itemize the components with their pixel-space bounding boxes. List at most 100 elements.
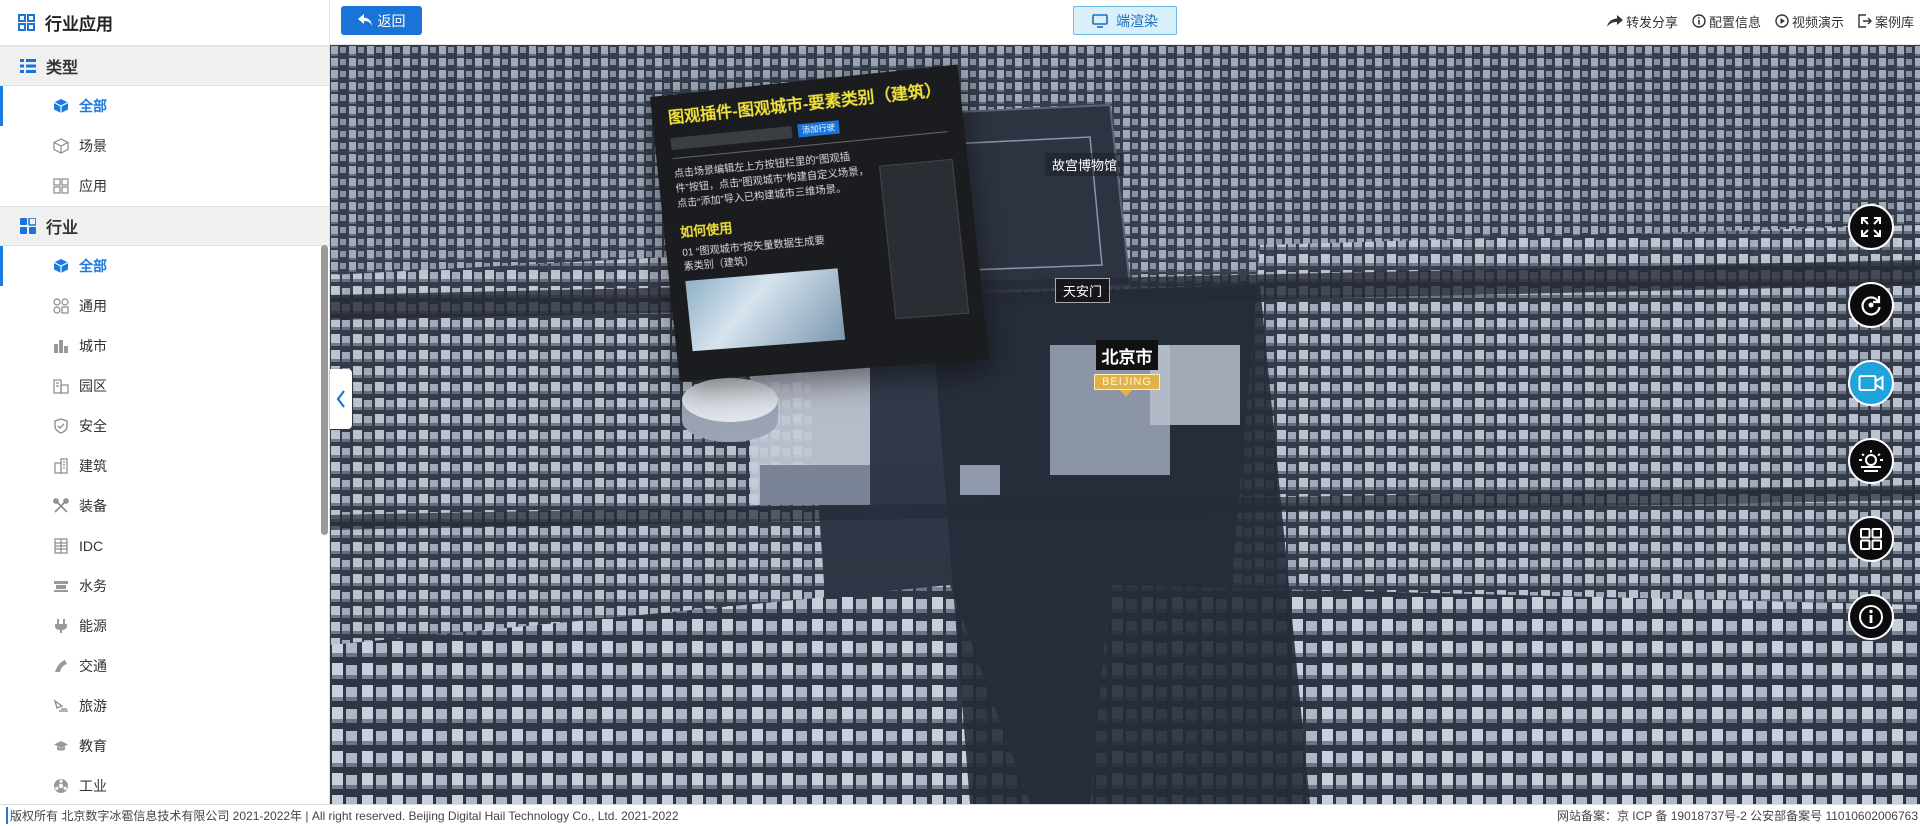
item-label: 建筑 bbox=[79, 458, 107, 474]
share-link[interactable]: 转发分享 bbox=[1606, 12, 1678, 31]
plug-icon bbox=[52, 617, 70, 635]
weather-tool[interactable] bbox=[1848, 438, 1894, 484]
share-icon bbox=[1606, 14, 1623, 28]
section-label: 行业 bbox=[46, 220, 79, 237]
item-label: IDC bbox=[79, 538, 104, 554]
footer-icp: 网站备案：京 ICP 备 19018737号-2 公安部备案号 11010602… bbox=[1556, 809, 1918, 823]
industry-item-general[interactable]: 通用 bbox=[0, 286, 329, 326]
rotate-tool[interactable] bbox=[1848, 282, 1894, 328]
cube-icon bbox=[52, 257, 70, 275]
item-label: 水务 bbox=[79, 578, 107, 594]
industry-item-idc[interactable]: IDC bbox=[0, 526, 329, 566]
sidebar-collapse-button[interactable] bbox=[330, 369, 352, 429]
item-label: 城市 bbox=[79, 338, 107, 354]
item-label: 园区 bbox=[79, 378, 107, 394]
item-label: 全部 bbox=[79, 98, 107, 114]
case-library-label: 案例库 bbox=[1874, 14, 1914, 30]
panel-side-menu bbox=[878, 158, 970, 320]
panel-toolbar-strip bbox=[670, 125, 793, 150]
chevron-left-icon bbox=[336, 390, 346, 408]
server-icon bbox=[52, 537, 70, 555]
building-icon bbox=[52, 457, 70, 475]
camera-tool[interactable] bbox=[1848, 360, 1894, 406]
item-label: 应用 bbox=[79, 178, 107, 194]
config-info-link[interactable]: 配置信息 bbox=[1692, 12, 1761, 31]
map-label-palace-museum[interactable]: 故宫博物馆 bbox=[1045, 153, 1125, 176]
traffic-icon bbox=[52, 657, 70, 675]
city-scene-render bbox=[330, 45, 1920, 804]
industry-item-equipment[interactable]: 装备 bbox=[0, 486, 329, 526]
exit-icon bbox=[1858, 14, 1872, 28]
industry-item-water[interactable]: 水务 bbox=[0, 566, 329, 606]
sidebar-header: 行业应用 bbox=[0, 0, 329, 46]
item-label: 安全 bbox=[79, 418, 107, 434]
cube-icon bbox=[52, 97, 70, 115]
weather-icon bbox=[1858, 449, 1884, 473]
item-label: 通用 bbox=[79, 298, 107, 314]
city-label-beijing-en: BEIJING bbox=[1094, 374, 1160, 390]
panel-badge: 添加行驶 bbox=[797, 120, 840, 138]
top-toolbar: 返回 端渲染 转发分享 配置信息 视频演示 案例库 bbox=[330, 0, 1920, 45]
back-label: 返回 bbox=[377, 12, 406, 29]
item-label: 旅游 bbox=[79, 698, 107, 714]
item-label: 能源 bbox=[79, 618, 107, 634]
section-industry[interactable]: 行业 bbox=[0, 206, 329, 246]
info-icon bbox=[1858, 604, 1884, 630]
footer-copyright: 版权所有 北京数字冰雹信息技术有限公司 2021-2022年 | All rig… bbox=[6, 807, 679, 824]
industry-item-industrial[interactable]: 工业 bbox=[0, 766, 329, 804]
fullscreen-tool[interactable] bbox=[1848, 204, 1894, 250]
industry-item-city[interactable]: 城市 bbox=[0, 326, 329, 366]
cube-outline-icon bbox=[52, 137, 70, 155]
rotate-icon bbox=[1859, 293, 1883, 317]
item-label: 场景 bbox=[79, 138, 107, 154]
industry-item-all[interactable]: 全部 bbox=[0, 246, 329, 286]
video-demo-link[interactable]: 视频演示 bbox=[1775, 12, 1844, 31]
park-icon bbox=[52, 377, 70, 395]
city-3d-viewport[interactable]: 图观插件-图观城市-要素类别（建筑） 添加行驶 点击场景编辑左上方按钮栏里的“图… bbox=[330, 45, 1920, 804]
footer: 版权所有 北京数字冰雹信息技术有限公司 2021-2022年 | All rig… bbox=[0, 804, 1920, 826]
water-icon bbox=[52, 577, 70, 595]
play-icon bbox=[1775, 14, 1789, 28]
industry-icon bbox=[52, 777, 70, 795]
section-type[interactable]: 类型 bbox=[0, 46, 329, 86]
city-label-beijing[interactable]: 北京市 bbox=[1096, 340, 1158, 370]
section-label: 类型 bbox=[46, 60, 79, 77]
item-label: 装备 bbox=[79, 498, 107, 514]
info-tool[interactable] bbox=[1848, 594, 1894, 640]
apps-grid-icon bbox=[18, 14, 35, 31]
grid-apps-icon bbox=[52, 177, 70, 195]
industry-item-energy[interactable]: 能源 bbox=[0, 606, 329, 646]
item-label: 工业 bbox=[79, 778, 107, 794]
type-item-all[interactable]: 全部 bbox=[0, 86, 329, 126]
item-label: 全部 bbox=[79, 258, 107, 274]
back-button[interactable]: 返回 bbox=[341, 6, 422, 35]
render-mode-label: 端渲染 bbox=[1116, 12, 1158, 29]
list-icon bbox=[20, 59, 36, 73]
item-label: 教育 bbox=[79, 738, 107, 754]
fullscreen-icon bbox=[1860, 216, 1882, 238]
city-icon bbox=[52, 337, 70, 355]
industry-item-park[interactable]: 园区 bbox=[0, 366, 329, 406]
type-item-app[interactable]: 应用 bbox=[0, 166, 329, 206]
panel-text: 点击场景编辑左上方按钮栏里的“图观插件”按钮，点击“图观城市”构建自定义场景，点… bbox=[673, 152, 870, 211]
apps-icon bbox=[20, 218, 36, 234]
config-info-label: 配置信息 bbox=[1708, 14, 1761, 30]
sidebar-scrollbar[interactable] bbox=[321, 245, 328, 535]
industry-item-travel[interactable]: 旅游 bbox=[0, 686, 329, 726]
industry-item-traffic[interactable]: 交通 bbox=[0, 646, 329, 686]
travel-icon bbox=[52, 697, 70, 715]
layers-tool[interactable] bbox=[1848, 516, 1894, 562]
map-label-tiananmen[interactable]: 天安门 bbox=[1055, 278, 1111, 303]
sidebar: 行业应用 类型 全部 场景 应用 行业 全部 通用 城市 园区 安全 建筑 装备… bbox=[0, 0, 330, 804]
industry-item-architecture[interactable]: 建筑 bbox=[0, 446, 329, 486]
type-item-scene[interactable]: 场景 bbox=[0, 126, 329, 166]
info-icon bbox=[1692, 14, 1706, 28]
industry-item-security[interactable]: 安全 bbox=[0, 406, 329, 446]
industry-item-education[interactable]: 教育 bbox=[0, 726, 329, 766]
item-label: 交通 bbox=[79, 658, 107, 674]
render-mode-button[interactable]: 端渲染 bbox=[1073, 6, 1177, 35]
city-label-pointer bbox=[1120, 390, 1132, 397]
plugin-info-panel[interactable]: 图观插件-图观城市-要素类别（建筑） 添加行驶 点击场景编辑左上方按钮栏里的“图… bbox=[650, 64, 990, 382]
share-label: 转发分享 bbox=[1625, 14, 1678, 30]
case-library-link[interactable]: 案例库 bbox=[1858, 12, 1914, 31]
